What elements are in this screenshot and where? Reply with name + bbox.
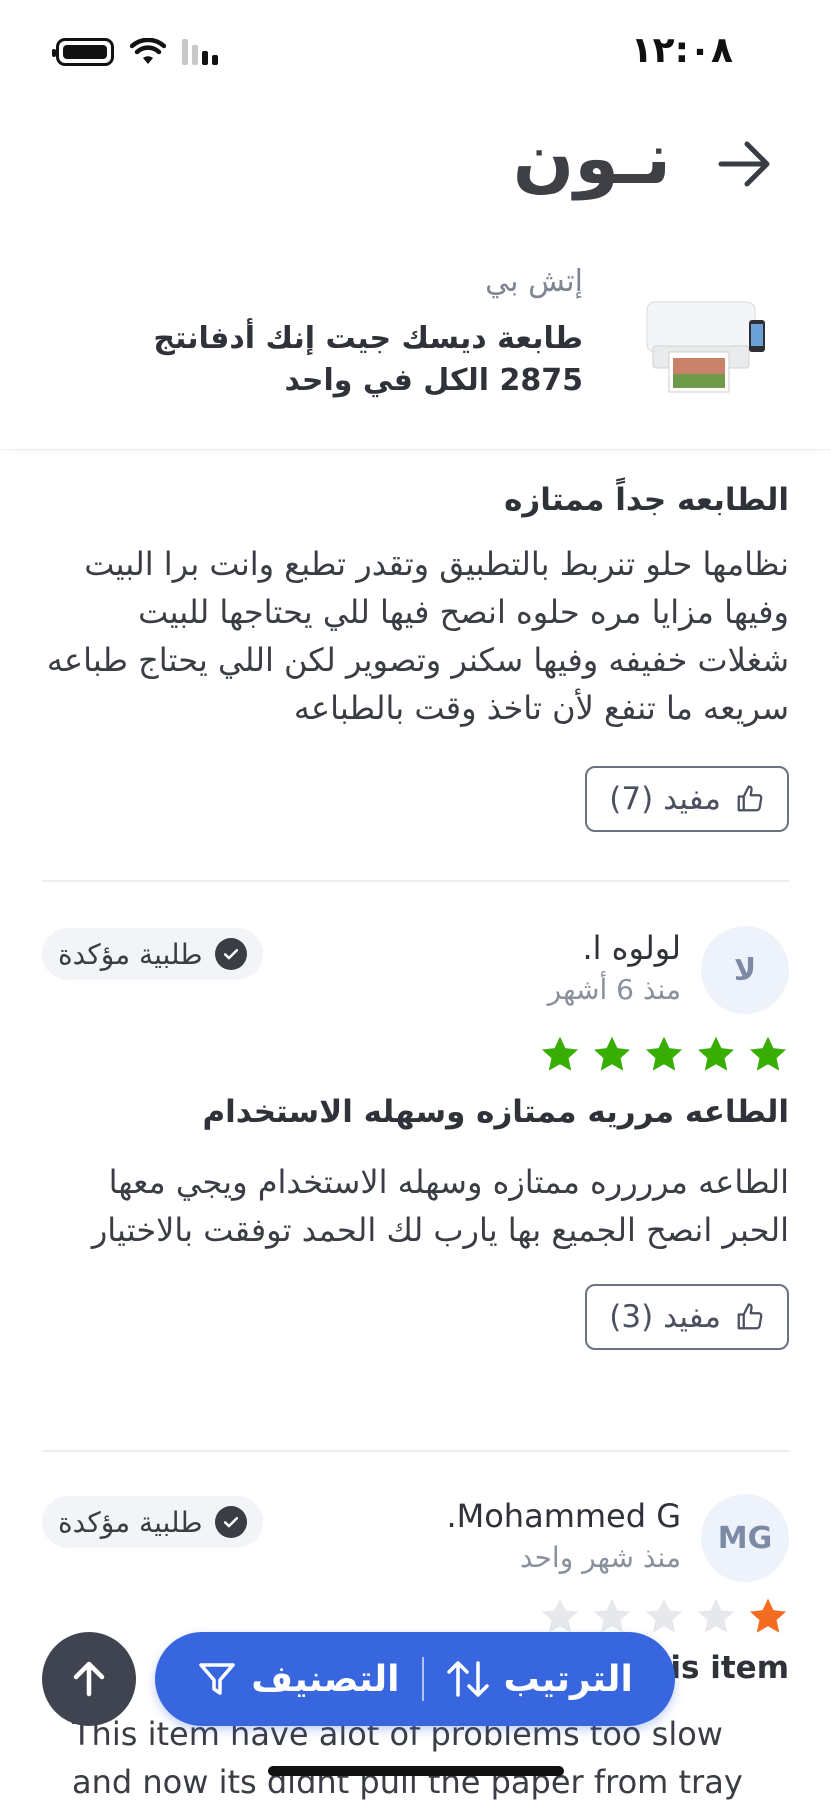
verified-label: طلبية مؤكدة [58, 937, 203, 971]
review-title: الطاعه مرريه ممتازه وسهله الاستخدام [202, 1094, 789, 1130]
helpful-button[interactable]: مفيد (3) [585, 1284, 789, 1350]
star-icon [749, 1598, 787, 1633]
scroll-to-top-button[interactable] [42, 1632, 136, 1726]
sort-label: الترتيب [503, 1658, 633, 1700]
filter-label: التصنيف [251, 1658, 400, 1700]
checkmark-icon [214, 938, 247, 970]
review-divider [42, 880, 789, 882]
battery-icon [52, 38, 114, 66]
star-icon [593, 1036, 631, 1071]
sort-arrows-icon [446, 1661, 489, 1697]
status-icons [52, 38, 218, 66]
star-icon [749, 1036, 787, 1071]
reviewer-name: Mohammed G. [446, 1497, 681, 1535]
verified-purchase-badge: طلبية مؤكدة [42, 928, 263, 980]
review-date: منذ 6 أشهر [547, 973, 681, 1006]
wifi-icon [130, 38, 166, 64]
review-body: نظامها حلو تنربط بالتطبيق وتقدر تطبع وان… [46, 545, 789, 727]
filter-button[interactable]: التصنيف [175, 1659, 421, 1700]
star-icon [541, 1036, 579, 1071]
review-item: الطابعه جداً ممتازه نظامها حلو تنربط بال… [42, 428, 789, 832]
reviewer-name: لولوه ا. [582, 929, 681, 967]
sort-filter-separator [421, 1657, 424, 1701]
avatar: MG [701, 1494, 789, 1582]
avatar: لا [701, 926, 789, 1014]
status-time: ١٢:٠٨ [630, 30, 733, 71]
star-empty-icon [697, 1598, 735, 1633]
sort-button[interactable]: الترتيب [424, 1659, 655, 1700]
checkmark-icon [214, 1506, 247, 1538]
verified-label: طلبية مؤكدة [58, 1505, 203, 1539]
helpful-label: مفيد (3) [609, 1299, 721, 1335]
arrow-right-icon [718, 141, 770, 187]
star-icon [645, 1036, 683, 1071]
cellular-signal-icon [182, 39, 218, 65]
review-body: الطاعه مرررره ممتازه وسهله الاستخدام ويج… [91, 1163, 789, 1249]
product-brand[interactable]: إتش بي [485, 264, 583, 299]
status-bar: ١٢:٠٨ [0, 0, 831, 110]
header: نـون [0, 110, 831, 220]
helpful-button[interactable]: مفيد (7) [585, 766, 789, 832]
product-name: طابعة ديسك جيت إنك أدفانتج 2875 الكل في … [153, 321, 583, 398]
back-button[interactable] [713, 132, 777, 196]
product-summary[interactable]: إتش بي طابعة ديسك جيت إنك أدفانتج 2875 ا… [0, 240, 831, 450]
review-divider [42, 1450, 789, 1452]
arrow-up-icon [73, 1661, 105, 1697]
star-icon [697, 1036, 735, 1071]
home-indicator [268, 1766, 564, 1776]
printer-thumbnail [646, 301, 765, 393]
filter-funnel-icon [199, 1663, 235, 1695]
sort-filter-bar: الترتيب التصنيف [155, 1632, 675, 1726]
verified-purchase-badge: طلبية مؤكدة [42, 1496, 263, 1548]
thumbs-up-icon [737, 785, 763, 812]
noon-logo[interactable]: نـون [513, 116, 671, 200]
review-date: منذ شهر واحد [519, 1541, 681, 1574]
thumbs-up-icon [737, 1303, 763, 1330]
star-rating [42, 1034, 789, 1076]
star-empty-icon [645, 1598, 683, 1633]
review-title: الطابعه جداً ممتازه [504, 482, 789, 518]
review-item: لا لولوه ا. منذ 6 أشهر طلبية مؤكدة الطاع… [42, 926, 789, 1350]
helpful-label: مفيد (7) [609, 781, 721, 817]
